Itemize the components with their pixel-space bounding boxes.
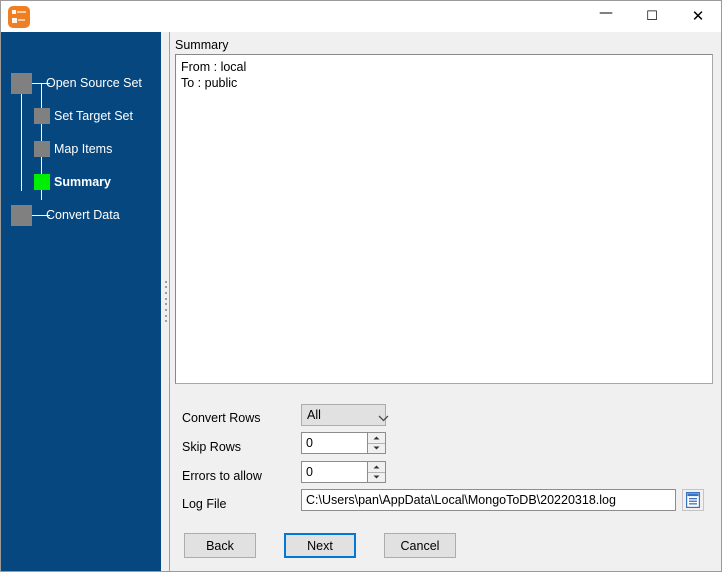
errors-to-allow-value: 0 (306, 465, 313, 479)
skip-rows-decrement-icon[interactable] (368, 443, 385, 453)
skip-rows-stepper[interactable]: 0 (301, 432, 386, 454)
wizard-sidebar: Open Source Set Set Target Set Map Items… (1, 32, 161, 571)
summary-line: To : public (181, 76, 238, 90)
app-logo-icon (8, 5, 30, 28)
maximize-icon: ☐ (646, 9, 658, 24)
wizard-step-box-summary[interactable] (34, 174, 50, 190)
window-controls: — ☐ ✕ (583, 1, 721, 32)
skip-rows-value: 0 (306, 436, 313, 450)
log-file-input[interactable]: C:\Users\pan\AppData\Local\MongoToDB\202… (301, 489, 676, 511)
close-icon: ✕ (691, 7, 705, 25)
summary-group-label: Summary (175, 38, 229, 52)
close-button[interactable]: ✕ (675, 1, 721, 32)
sidebar-item-set-target-set[interactable]: Set Target Set (54, 109, 133, 123)
content-pane: Summary From : local To : public Convert… (170, 32, 721, 571)
document-icon (686, 492, 700, 508)
log-file-value: C:\Users\pan\AppData\Local\MongoToDB\202… (306, 493, 616, 507)
wizard-step-box-map-items[interactable] (34, 141, 50, 157)
next-button-label: Next (307, 538, 333, 553)
minimize-icon: — (599, 4, 613, 21)
wizard-step-box-open-source-set[interactable] (11, 73, 32, 94)
sidebar-item-convert-data[interactable]: Convert Data (46, 208, 120, 222)
back-button[interactable]: Back (184, 533, 256, 558)
summary-line: From : local (181, 60, 247, 74)
minimize-button[interactable]: — (583, 1, 629, 32)
cancel-button-label: Cancel (400, 538, 440, 553)
title-bar: — ☐ ✕ (1, 1, 721, 32)
log-file-browse-button[interactable] (682, 489, 704, 511)
wizard-step-box-convert-data[interactable] (11, 205, 32, 226)
window-body: Open Source Set Set Target Set Map Items… (1, 32, 721, 571)
maximize-button[interactable]: ☐ (629, 1, 675, 32)
errors-to-allow-spin-buttons[interactable] (367, 462, 385, 482)
errors-to-allow-stepper[interactable]: 0 (301, 461, 386, 483)
next-button[interactable]: Next (284, 533, 356, 558)
convert-rows-value: All (307, 408, 321, 422)
skip-rows-increment-icon[interactable] (368, 433, 385, 444)
wizard-step-box-set-target-set[interactable] (34, 108, 50, 124)
sidebar-item-map-items[interactable]: Map Items (54, 142, 112, 156)
sidebar-splitter[interactable] (161, 32, 170, 571)
wizard-spine-left (21, 91, 22, 191)
errors-to-allow-increment-icon[interactable] (368, 462, 385, 473)
skip-rows-label: Skip Rows (182, 440, 242, 454)
errors-to-allow-decrement-icon[interactable] (368, 472, 385, 482)
sidebar-item-summary[interactable]: Summary (54, 175, 111, 189)
convert-rows-select[interactable]: All (301, 404, 389, 426)
errors-to-allow-label: Errors to allow (182, 469, 262, 483)
application-window: — ☐ ✕ Open Source Set Set Target Set Map… (0, 0, 722, 572)
cancel-button[interactable]: Cancel (384, 533, 456, 558)
summary-textarea[interactable]: From : local To : public (175, 54, 713, 384)
back-button-label: Back (206, 538, 234, 553)
convert-rows-label: Convert Rows (182, 411, 261, 425)
splitter-grip (164, 280, 167, 323)
log-file-label: Log File (182, 497, 227, 511)
skip-rows-spin-buttons[interactable] (367, 433, 385, 453)
sidebar-item-open-source-set[interactable]: Open Source Set (46, 76, 142, 90)
